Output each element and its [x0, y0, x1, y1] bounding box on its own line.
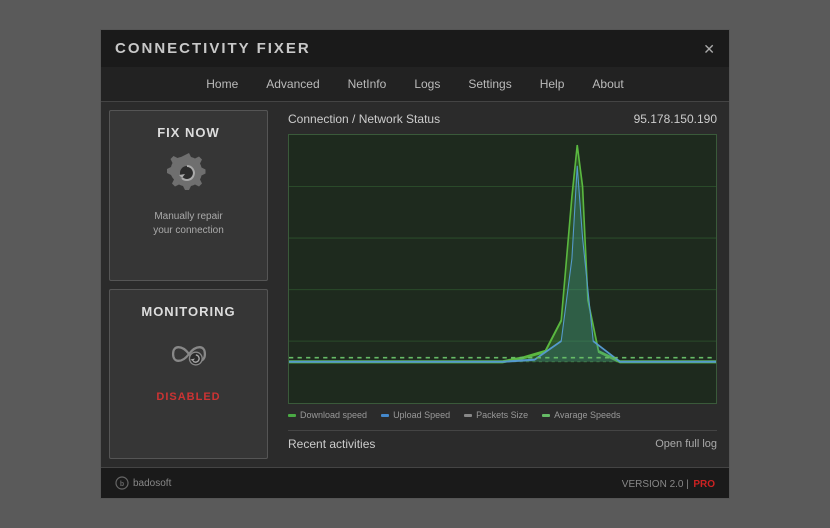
close-button[interactable]: ✕: [703, 42, 715, 56]
legend-upload-dot: [381, 414, 389, 417]
legend-upload: Upload Speed: [381, 410, 450, 420]
main-window: CONNECTIVITY FIXER ✕ Home Advanced NetIn…: [100, 29, 730, 499]
pro-badge: PRO: [693, 479, 715, 490]
recent-activities-bar: Recent activities Open full log: [288, 430, 717, 457]
legend-download: Download speed: [288, 410, 367, 420]
open-full-log-link[interactable]: Open full log: [655, 438, 717, 450]
footer-logo-area: b badosoft: [115, 476, 171, 490]
fix-now-card[interactable]: FIX NOW Manually repair your connection: [109, 110, 268, 281]
legend-average-label: Avarage Speeds: [554, 410, 620, 420]
nav-about[interactable]: About: [578, 67, 637, 101]
right-panel: Connection / Network Status 95.178.150.1…: [276, 102, 729, 467]
version-text: VERSION 2.0 |: [622, 479, 689, 490]
legend-average-dot: [542, 414, 550, 417]
nav-help[interactable]: Help: [526, 67, 579, 101]
status-header: Connection / Network Status 95.178.150.1…: [288, 112, 717, 126]
badosoft-logo-icon: b: [115, 476, 129, 490]
legend-download-dot: [288, 414, 296, 417]
nav-home[interactable]: Home: [192, 67, 252, 101]
fix-now-desc-line1: Manually repair: [154, 210, 222, 224]
legend-download-label: Download speed: [300, 410, 367, 420]
monitoring-icon: [164, 329, 214, 379]
legend-upload-label: Upload Speed: [393, 410, 450, 420]
footer: b badosoft VERSION 2.0 | PRO: [101, 467, 729, 498]
svg-text:b: b: [120, 481, 124, 488]
network-chart: [288, 134, 717, 404]
main-content: FIX NOW Manually repair your connection …: [101, 102, 729, 467]
fix-now-title: FIX NOW: [157, 125, 220, 140]
monitoring-title: MONITORING: [141, 304, 235, 319]
gear-refresh-icon: [164, 150, 214, 200]
nav-settings[interactable]: Settings: [454, 67, 525, 101]
connection-status-title: Connection / Network Status: [288, 112, 440, 126]
nav-logs[interactable]: Logs: [400, 67, 454, 101]
monitoring-status: DISABLED: [156, 391, 220, 403]
left-panel: FIX NOW Manually repair your connection …: [101, 102, 276, 467]
nav-netinfo[interactable]: NetInfo: [334, 67, 401, 101]
nav-advanced[interactable]: Advanced: [252, 67, 333, 101]
monitoring-card[interactable]: MONITORING DISABLED: [109, 289, 268, 460]
ip-address: 95.178.150.190: [634, 112, 717, 126]
legend-average: Avarage Speeds: [542, 410, 620, 420]
footer-version-area: VERSION 2.0 | PRO: [622, 474, 715, 492]
footer-logo-text: badosoft: [133, 478, 171, 489]
title-bar: CONNECTIVITY FIXER ✕: [101, 30, 729, 67]
legend-packets-dot: [464, 414, 472, 417]
app-title: CONNECTIVITY FIXER: [115, 40, 311, 57]
legend-packets-label: Packets Size: [476, 410, 528, 420]
nav-bar: Home Advanced NetInfo Logs Settings Help…: [101, 67, 729, 102]
legend-packets: Packets Size: [464, 410, 528, 420]
fix-now-desc-line2: your connection: [153, 224, 224, 238]
recent-activities-title: Recent activities: [288, 437, 375, 451]
chart-legend: Download speed Upload Speed Packets Size…: [288, 410, 717, 420]
